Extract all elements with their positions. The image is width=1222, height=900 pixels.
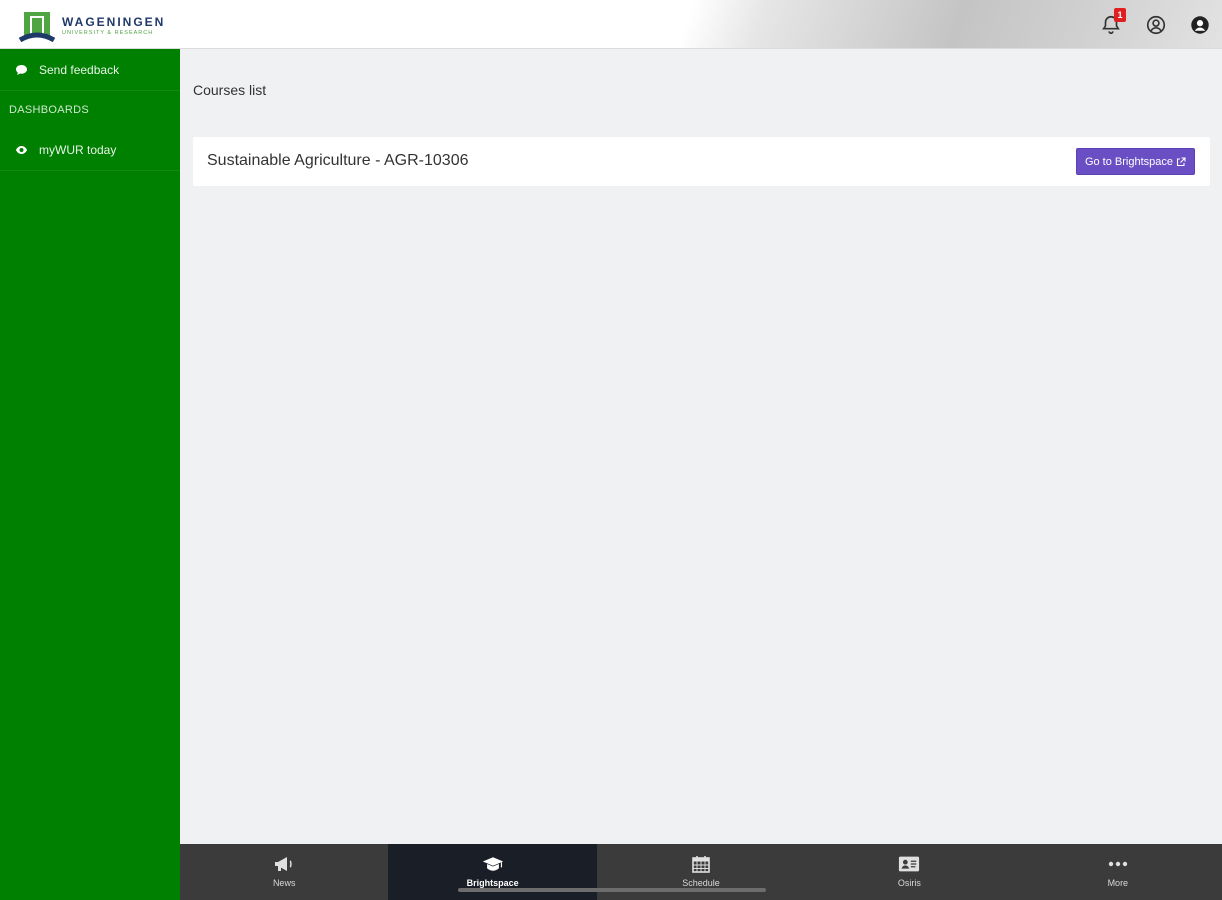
notification-badge: 1: [1114, 8, 1126, 22]
sidebar-item-mywur-today[interactable]: myWUR today: [0, 129, 180, 171]
home-indicator: [458, 888, 766, 892]
account-icon: [1189, 16, 1211, 40]
id-card-icon: [898, 853, 920, 875]
ellipsis-icon: [1107, 853, 1129, 875]
tab-news[interactable]: News: [180, 844, 388, 900]
sidebar-item-label: Send feedback: [39, 62, 120, 77]
course-name: Sustainable Agriculture - AGR-10306: [207, 152, 469, 169]
logo-subtitle: UNIVERSITY & RESEARCH: [62, 29, 154, 36]
app-header: WAGENINGEN UNIVERSITY & RESEARCH 1: [0, 0, 1222, 49]
logo-text: WAGENINGEN UNIVERSITY & RESEARCH: [62, 14, 166, 37]
page-title: Courses list: [193, 82, 267, 98]
sidebar: Send feedback DASHBOARDS myWUR today: [0, 49, 180, 900]
comment-icon: [14, 63, 28, 77]
megaphone-icon: [273, 853, 295, 875]
go-to-brightspace-button[interactable]: Go to Brightspace: [1075, 148, 1195, 175]
tab-osiris[interactable]: Osiris: [805, 844, 1013, 900]
notifications-button[interactable]: 1: [1100, 8, 1126, 36]
tab-label: More: [1107, 878, 1129, 888]
user-circle-icon: [1145, 15, 1167, 40]
tab-label: News: [272, 878, 296, 888]
account-button[interactable]: [1189, 14, 1211, 36]
eye-icon: [14, 143, 28, 157]
external-link-icon: [1176, 156, 1186, 167]
graduation-cap-icon: [482, 853, 504, 875]
tab-label: Osiris: [897, 878, 921, 888]
sidebar-item-label: myWUR today: [39, 142, 117, 157]
sidebar-section-title: DASHBOARDS: [9, 104, 90, 116]
main-content: Courses list Sustainable Agriculture - A…: [180, 49, 1222, 844]
sidebar-item-send-feedback[interactable]: Send feedback: [0, 49, 180, 91]
tab-label: Brightspace: [466, 878, 519, 888]
tab-label: Schedule: [682, 878, 720, 888]
user-button[interactable]: [1145, 14, 1167, 36]
course-card: Sustainable Agriculture - AGR-10306 Go t…: [193, 137, 1210, 186]
calendar-icon: [690, 853, 712, 875]
logo-title: WAGENINGEN: [62, 14, 166, 29]
tab-more[interactable]: More: [1014, 844, 1222, 900]
button-label: Go to Brightspace: [1084, 155, 1173, 168]
logo-mark-icon: [18, 10, 56, 43]
bell-icon: [1100, 15, 1122, 40]
wageningen-logo[interactable]: WAGENINGEN UNIVERSITY & RESEARCH: [18, 10, 166, 43]
